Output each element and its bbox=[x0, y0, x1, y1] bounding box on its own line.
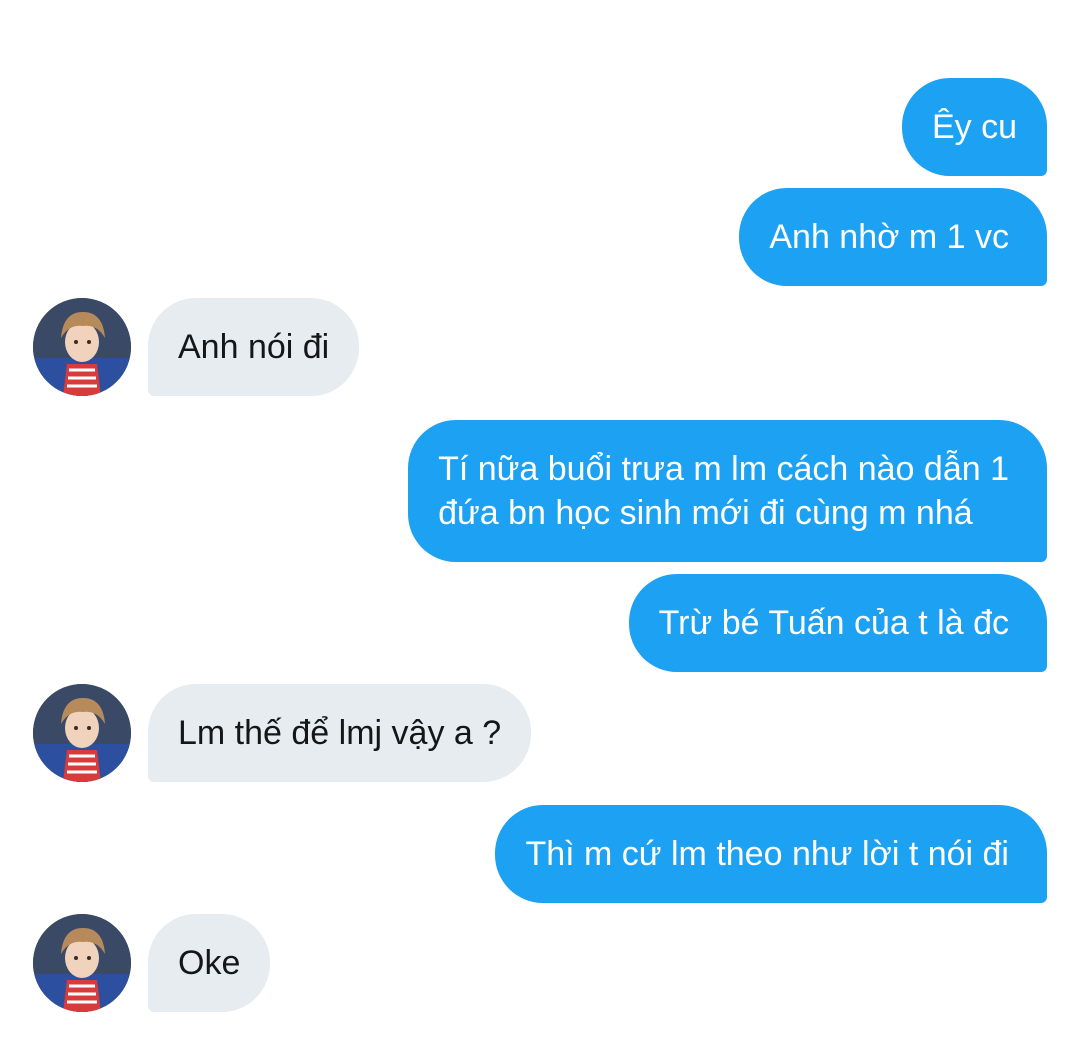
message-text-line-1: Tí nữa buổi trưa m lm cách nào dẫn 1 bbox=[438, 450, 1009, 488]
outgoing-message-bubble[interactable]: Tí nữa buổi trưa m lm cách nào dẫn 1 đứa… bbox=[408, 420, 1047, 562]
outgoing-message-bubble[interactable]: Thì m cứ lm theo như lời t nói đi bbox=[495, 805, 1047, 903]
outgoing-message-bubble[interactable]: Êy cu bbox=[901, 78, 1047, 176]
message-text: Trừ bé Tuấn của t là đc bbox=[658, 604, 1009, 642]
incoming-message-bubble[interactable]: Oke bbox=[148, 914, 271, 1012]
message-text: Oke bbox=[178, 944, 241, 982]
avatar-icon bbox=[33, 914, 131, 1012]
contact-avatar[interactable] bbox=[33, 684, 131, 782]
chat-thread: Êy cu Anh nhờ m 1 vc Anh nói đi Tí nữa b… bbox=[0, 0, 1080, 1053]
message-text: Anh nói đi bbox=[178, 328, 330, 366]
avatar-icon bbox=[33, 298, 131, 396]
incoming-message-bubble[interactable]: Anh nói đi bbox=[148, 298, 360, 396]
incoming-message-bubble[interactable]: Lm thế để lmj vậy a ? bbox=[148, 684, 532, 782]
message-text: Êy cu bbox=[931, 108, 1017, 146]
message-text-line-2: đứa bn học sinh mới đi cùng m nhá bbox=[438, 494, 973, 532]
message-text: Thì m cứ lm theo như lời t nói đi bbox=[525, 835, 1009, 873]
outgoing-message-bubble[interactable]: Trừ bé Tuấn của t là đc bbox=[628, 574, 1047, 672]
contact-avatar[interactable] bbox=[33, 914, 131, 1012]
outgoing-message-bubble[interactable]: Anh nhờ m 1 vc bbox=[739, 188, 1047, 286]
message-text: Lm thế để lmj vậy a ? bbox=[178, 714, 502, 752]
contact-avatar[interactable] bbox=[33, 298, 131, 396]
message-text: Anh nhờ m 1 vc bbox=[769, 218, 1009, 256]
avatar-icon bbox=[33, 684, 131, 782]
